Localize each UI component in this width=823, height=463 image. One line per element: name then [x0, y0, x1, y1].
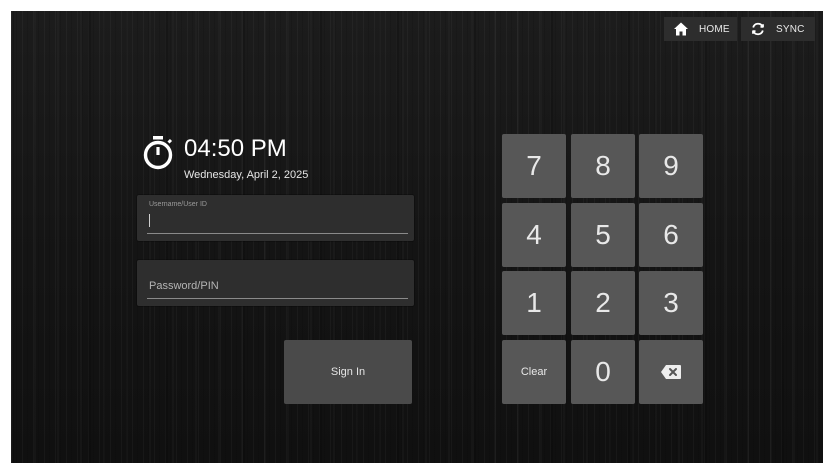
keypad-key-8[interactable]: 8	[571, 134, 635, 198]
home-label: HOME	[699, 23, 730, 35]
keypad-key-9[interactable]: 9	[639, 134, 703, 198]
keypad-key-4[interactable]: 4	[502, 203, 566, 267]
sync-label: SYNC	[776, 23, 805, 35]
backspace-icon	[660, 364, 682, 380]
home-button[interactable]: HOME	[664, 17, 737, 41]
keypad-key-6[interactable]: 6	[639, 203, 703, 267]
keypad-clear-button[interactable]: Clear	[502, 340, 566, 404]
stopwatch-icon	[141, 135, 175, 171]
text-cursor	[149, 214, 150, 227]
clock-time: 04:50 PM	[184, 135, 287, 162]
password-field[interactable]: Password/PIN	[137, 260, 414, 306]
sync-icon	[750, 21, 766, 37]
clock-date: Wednesday, April 2, 2025	[184, 169, 309, 181]
username-underline	[147, 233, 408, 234]
password-placeholder: Password/PIN	[149, 280, 219, 292]
keypad-key-5[interactable]: 5	[571, 203, 635, 267]
sign-in-button[interactable]: Sign In	[284, 340, 412, 404]
keypad-key-7[interactable]: 7	[502, 134, 566, 198]
sync-button[interactable]: SYNC	[741, 17, 815, 41]
username-label: Username/User ID	[149, 201, 207, 208]
keypad-key-2[interactable]: 2	[571, 271, 635, 335]
password-underline	[147, 298, 408, 299]
keypad-key-3[interactable]: 3	[639, 271, 703, 335]
username-field[interactable]: Username/User ID	[137, 195, 414, 241]
home-icon	[673, 21, 689, 37]
keypad-key-0[interactable]: 0	[571, 340, 635, 404]
keypad-backspace-button[interactable]	[639, 340, 703, 404]
login-screen: HOME SYNC 04:50 PM Wednesday, April 2, 2…	[11, 11, 823, 463]
keypad-key-1[interactable]: 1	[502, 271, 566, 335]
